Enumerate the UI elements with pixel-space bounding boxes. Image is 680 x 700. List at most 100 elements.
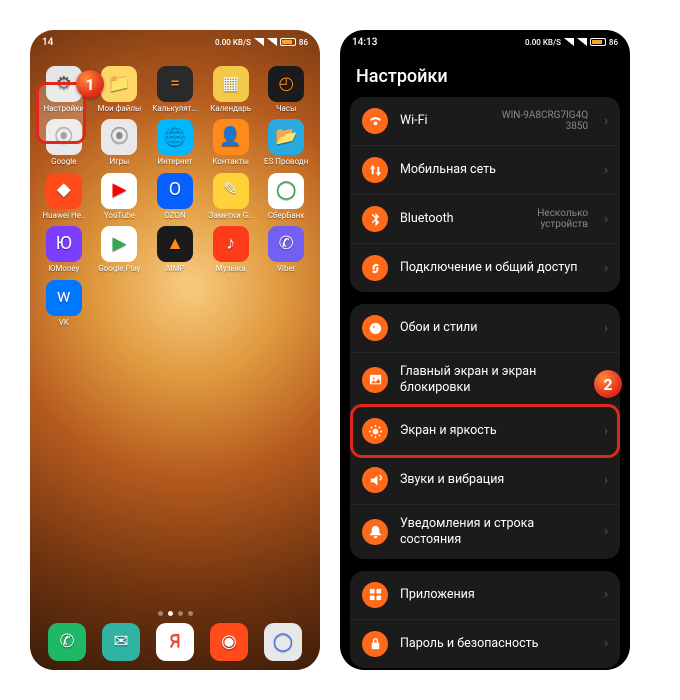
app-музыка[interactable]: ♪Музыка bbox=[203, 226, 259, 273]
sound-icon bbox=[362, 467, 388, 493]
app-icon: ▦ bbox=[213, 66, 249, 102]
app-label: YouTube bbox=[104, 212, 135, 220]
app-icon: 👤 bbox=[213, 119, 249, 155]
app-label: СберБанк bbox=[268, 212, 305, 220]
settings-row-bt[interactable]: Bluetooth Несколько устройств › bbox=[350, 194, 620, 243]
app-aimp[interactable]: ▲AIMP bbox=[147, 226, 203, 273]
app-icon: O bbox=[157, 173, 193, 209]
settings-row-bell[interactable]: Уведомления и строка состояния › bbox=[350, 504, 620, 558]
row-label: Мобильная сеть bbox=[400, 162, 588, 178]
app-icon: ▲ bbox=[157, 226, 193, 262]
app-label: Контакты bbox=[212, 158, 249, 166]
chevron-right-icon: › bbox=[604, 473, 608, 488]
dock-camera[interactable]: ◯ bbox=[264, 623, 302, 664]
battery-icon bbox=[590, 38, 606, 46]
app-заметки-g-[interactable]: ✎ Заметки G.. bbox=[203, 173, 259, 220]
status-icons: 0.00 KB/S 86 bbox=[215, 38, 308, 47]
app-label: Google Play bbox=[98, 265, 140, 273]
row-label: Звуки и вибрация bbox=[400, 472, 588, 488]
link-icon bbox=[362, 255, 388, 281]
row-value: Несколько устройств bbox=[488, 208, 588, 231]
signal-icon bbox=[577, 38, 587, 46]
app-icon: ▶ bbox=[101, 226, 137, 262]
chevron-right-icon: › bbox=[604, 261, 608, 276]
app-label: VK bbox=[59, 319, 69, 327]
settings-row-lock[interactable]: Пароль и безопасность › bbox=[350, 619, 620, 668]
app-icon: ✆ bbox=[268, 226, 304, 262]
statusbar: 14 0.00 KB/S 86 bbox=[30, 30, 320, 52]
app-viber[interactable]: ✆ Viber bbox=[258, 226, 314, 273]
row-label: Главный экран и экран блокировки bbox=[400, 364, 588, 395]
app-контакты[interactable]: 👤 Контакты bbox=[203, 119, 259, 166]
chevron-right-icon: › bbox=[604, 587, 608, 602]
app-youtube[interactable]: ▶ YouTube bbox=[92, 173, 148, 220]
app-es-проводн[interactable]: 📂 ES Проводн bbox=[258, 119, 314, 166]
row-label: Подключение и общий доступ bbox=[400, 260, 588, 276]
app-icon: ⦿ bbox=[101, 119, 137, 155]
battery-icon bbox=[280, 38, 296, 46]
apps-icon bbox=[362, 582, 388, 608]
net-speed: 0.00 KB/S bbox=[215, 38, 251, 47]
app-icon: w bbox=[46, 280, 82, 316]
app-label: ЮMoney bbox=[48, 265, 79, 273]
status-time: 14 bbox=[42, 37, 53, 48]
bell-icon bbox=[362, 519, 388, 545]
app-сбербанк[interactable]: ◯СберБанк bbox=[258, 173, 314, 220]
app-юmoney[interactable]: ЮЮMoney bbox=[36, 226, 92, 273]
app-google-play[interactable]: ▶ Google Play bbox=[92, 226, 148, 273]
app-label: Интернет bbox=[157, 158, 192, 166]
dock: ✆ ✉ Я ◉ ◯ bbox=[30, 623, 320, 664]
app-label: Huawei He.. bbox=[42, 212, 85, 220]
settings-row-sun[interactable]: Экран и яркость › bbox=[350, 406, 620, 455]
app-калькулят-[interactable]: = Калькулят... bbox=[147, 66, 203, 113]
phone-settings-screen: 14:13 0.00 KB/S 86 Настройки Wi-Fi WIN-9… bbox=[340, 30, 630, 670]
app-label: Игры bbox=[110, 158, 130, 166]
statusbar: 14:13 0.00 KB/S 86 bbox=[340, 30, 630, 52]
settings-row-image[interactable]: Главный экран и экран блокировки › bbox=[350, 352, 620, 406]
app-label: Заметки G.. bbox=[209, 212, 253, 220]
status-icons: 0.00 KB/S 86 bbox=[525, 38, 618, 47]
app-icon: ♪ bbox=[213, 226, 249, 262]
row-label: Обои и стили bbox=[400, 320, 588, 336]
app-label: Калькулят... bbox=[152, 105, 198, 113]
lock-icon bbox=[362, 631, 388, 657]
dock-phone[interactable]: ✆ bbox=[48, 623, 86, 664]
battery-pct: 86 bbox=[609, 38, 618, 47]
app-label: ES Проводн bbox=[264, 158, 308, 166]
app-icon: ◯ bbox=[264, 623, 302, 661]
chevron-right-icon: › bbox=[604, 321, 608, 336]
dock-messages[interactable]: ✉ bbox=[102, 623, 140, 664]
settings-row-palette[interactable]: Обои и стили › bbox=[350, 304, 620, 352]
chevron-right-icon: › bbox=[604, 114, 608, 129]
app-huawei-he-[interactable]: ◆Huawei He.. bbox=[36, 173, 92, 220]
signal-icon bbox=[267, 38, 277, 46]
app-ozon[interactable]: OOZON bbox=[147, 173, 203, 220]
app-label: Календарь bbox=[210, 105, 251, 113]
page-title: Настройки bbox=[340, 52, 630, 97]
row-label: Пароль и безопасность bbox=[400, 636, 588, 652]
app-icon: ✎ bbox=[213, 173, 249, 209]
chevron-right-icon: › bbox=[604, 163, 608, 178]
settings-row-apps[interactable]: Приложения › bbox=[350, 571, 620, 619]
settings-row-sound[interactable]: Звуки и вибрация › bbox=[350, 455, 620, 504]
app-label: Мои файлы bbox=[98, 105, 142, 113]
app-vk[interactable]: w VK bbox=[36, 280, 92, 327]
settings-row-wifi[interactable]: Wi-Fi WIN-9A8CRG7IG4Q 3850 › bbox=[350, 97, 620, 145]
row-label: Приложения bbox=[400, 587, 588, 603]
settings-row-updown[interactable]: Мобильная сеть › bbox=[350, 145, 620, 194]
app-интернет[interactable]: 🌐Интернет bbox=[147, 119, 203, 166]
app-icon: ▶ bbox=[101, 173, 137, 209]
chevron-right-icon: › bbox=[604, 212, 608, 227]
app-часы[interactable]: ◴Часы bbox=[258, 66, 314, 113]
app-игры[interactable]: ⦿ Игры bbox=[92, 119, 148, 166]
app-icon: 📂 bbox=[268, 119, 304, 155]
chevron-right-icon: › bbox=[604, 424, 608, 439]
app-icon: = bbox=[157, 66, 193, 102]
dock-yandex[interactable]: Я bbox=[156, 623, 194, 664]
settings-row-link[interactable]: Подключение и общий доступ › bbox=[350, 243, 620, 292]
app-label: Google bbox=[51, 158, 76, 166]
settings-group-display: Обои и стили › Главный экран и экран бло… bbox=[350, 304, 620, 559]
app-label: Viber bbox=[277, 265, 295, 273]
app-календарь[interactable]: ▦ Календарь bbox=[203, 66, 259, 113]
dock-browser[interactable]: ◉ bbox=[210, 623, 248, 664]
